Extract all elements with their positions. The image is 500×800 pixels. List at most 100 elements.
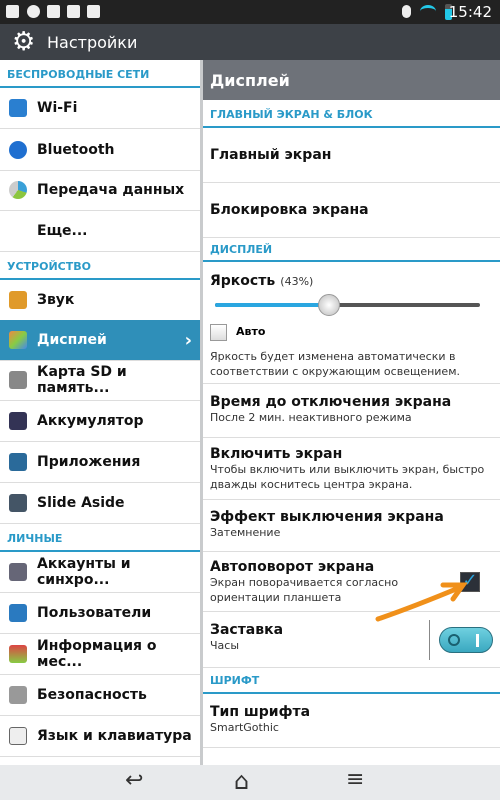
- item-label: Аккумулятор: [37, 413, 144, 429]
- item-label: Звук: [37, 292, 75, 308]
- display-settings-pane: Дисплей ГЛАВНЫЙ ЭКРАН & БЛОК Главный экр…: [203, 60, 500, 765]
- blank-icon: [9, 222, 27, 240]
- toggle-divider: [429, 620, 430, 660]
- apps-icon: [9, 453, 27, 471]
- item-summary: После 2 мин. неактивного режима: [210, 411, 412, 424]
- back-icon[interactable]: ↩: [125, 768, 143, 793]
- auto-brightness-checkbox[interactable]: [210, 324, 227, 341]
- brightness-value: (43%): [280, 275, 314, 288]
- item-label: Wi-Fi: [37, 100, 78, 116]
- item-summary: Чтобы включить или выключить экран, быст…: [210, 463, 485, 491]
- daydream-toggle[interactable]: [439, 627, 493, 653]
- sidebar-item-users[interactable]: Пользователи: [0, 593, 200, 634]
- item-title: Блокировка экрана: [210, 202, 369, 218]
- accounts-icon: [9, 563, 27, 581]
- gear-icon[interactable]: ⚙: [12, 28, 35, 56]
- wifi-icon: [420, 5, 436, 18]
- item-label: Передача данных: [37, 182, 185, 198]
- brightness-fill: [215, 303, 329, 307]
- sidebar-item-more[interactable]: Еще...: [0, 211, 200, 252]
- sidebar-item-accounts[interactable]: Аккаунты и синхро...: [0, 552, 200, 593]
- sidebar-item-apps[interactable]: Приложения: [0, 442, 200, 483]
- app-title: Настройки: [47, 33, 138, 52]
- keyboard-icon: [9, 727, 27, 745]
- item-summary: SmartGothic: [210, 721, 279, 734]
- sidebar-item-slide-aside[interactable]: Slide Aside: [0, 483, 200, 524]
- toggle-off-icon: [448, 634, 460, 646]
- item-title: Автоповорот экрана: [210, 559, 375, 575]
- item-label: Приложения: [37, 454, 141, 470]
- display-icon: [9, 331, 27, 349]
- sidebar-item-bluetooth[interactable]: Bluetooth: [0, 130, 200, 171]
- play-store-icon: [87, 5, 100, 18]
- section-header-font: ШРИФТ: [203, 668, 500, 694]
- navigation-bar: ↩ ⌂ ≡: [0, 765, 500, 800]
- storage-icon: [9, 371, 27, 389]
- item-label: Информация о мес...: [37, 638, 157, 670]
- sidebar-item-language[interactable]: Язык и клавиатура: [0, 716, 200, 757]
- bluetooth-icon: [9, 141, 27, 159]
- brightness-thumb[interactable]: [317, 294, 340, 316]
- home-icon[interactable]: ⌂: [234, 767, 249, 795]
- item-title: Главный экран: [210, 147, 332, 163]
- section-header-display: ДИСПЛЕЙ: [203, 238, 500, 262]
- sidebar-item-display[interactable]: Дисплей ›: [0, 320, 200, 361]
- screen-off-effect-item[interactable]: Эффект выключения экрана Затемнение: [203, 500, 500, 552]
- screen-timeout-item[interactable]: Время до отключения экрана После 2 мин. н…: [203, 384, 500, 438]
- sidebar-item-location[interactable]: Информация о мес...: [0, 634, 200, 675]
- sidebar-item-sound[interactable]: Звук: [0, 280, 200, 321]
- settings-sidebar: БЕСПРОВОДНЫЕ СЕТИ Wi-Fi Bluetooth Переда…: [0, 60, 200, 765]
- chevron-right-icon: ›: [184, 329, 192, 351]
- item-label: Безопасность: [37, 687, 147, 703]
- lock-icon: [9, 686, 27, 704]
- slide-aside-icon: [9, 494, 27, 512]
- brightness-item: Яркость (43%) Авто Яркость будет изменен…: [203, 262, 500, 384]
- item-label: Язык и клавиатура: [37, 728, 192, 744]
- item-label: Аккаунты и синхро...: [37, 556, 131, 588]
- toggle-on-icon: [476, 634, 479, 647]
- wake-screen-item[interactable]: Включить экран Чтобы включить или выключи…: [203, 438, 500, 500]
- section-header-personal: ЛИЧНЫЕ: [0, 524, 200, 552]
- item-label: Еще...: [37, 223, 88, 239]
- section-header-device: УСТРОЙСТВО: [0, 252, 200, 280]
- font-type-item[interactable]: Тип шрифта SmartGothic: [203, 694, 500, 748]
- status-bar: 15:42: [0, 0, 500, 24]
- gallery-icon: [6, 5, 19, 18]
- users-icon: [9, 604, 27, 622]
- sound-icon: [9, 291, 27, 309]
- item-title: Эффект выключения экрана: [210, 509, 444, 525]
- item-label: Bluetooth: [37, 142, 115, 158]
- bluetooth-icon: [402, 5, 411, 18]
- sidebar-item-battery[interactable]: Аккумулятор: [0, 401, 200, 442]
- auto-label: Авто: [236, 325, 266, 338]
- battery-icon: [9, 412, 27, 430]
- location-icon: [9, 645, 27, 663]
- daydream-item[interactable]: Заставка Часы: [203, 612, 500, 668]
- section-header-home-lock: ГЛАВНЫЙ ЭКРАН & БЛОК: [203, 100, 500, 128]
- item-label: Карта SD и память...: [37, 364, 127, 396]
- section-header-wireless: БЕСПРОВОДНЫЕ СЕТИ: [0, 60, 200, 88]
- sidebar-item-security[interactable]: Безопасность: [0, 675, 200, 716]
- lock-screen-item[interactable]: Блокировка экрана: [203, 183, 500, 238]
- home-screen-item[interactable]: Главный экран: [203, 128, 500, 183]
- auto-description: Яркость будет изменена автоматически в с…: [210, 350, 460, 378]
- item-summary: Затемнение: [210, 526, 281, 539]
- action-bar: ⚙ Настройки: [0, 24, 500, 60]
- menu-icon[interactable]: ≡: [346, 767, 364, 792]
- hangouts-icon: [27, 5, 40, 18]
- item-label: Пользователи: [37, 605, 152, 621]
- data-usage-icon: [9, 181, 27, 199]
- pane-title: Дисплей: [203, 60, 500, 100]
- sidebar-item-wifi[interactable]: Wi-Fi: [0, 88, 200, 129]
- wifi-icon: [9, 99, 27, 117]
- clock: 15:42: [448, 3, 492, 21]
- item-title: Включить экран: [210, 446, 343, 462]
- sidebar-item-storage[interactable]: Карта SD и память...: [0, 360, 200, 401]
- brightness-slider[interactable]: [215, 294, 480, 316]
- item-label: Дисплей: [37, 332, 107, 348]
- sidebar-item-data-usage[interactable]: Передача данных: [0, 170, 200, 211]
- task-icon: [67, 5, 80, 18]
- item-label: Slide Aside: [37, 495, 125, 511]
- lg-icon: [47, 5, 60, 18]
- item-title: Тип шрифта: [210, 704, 311, 720]
